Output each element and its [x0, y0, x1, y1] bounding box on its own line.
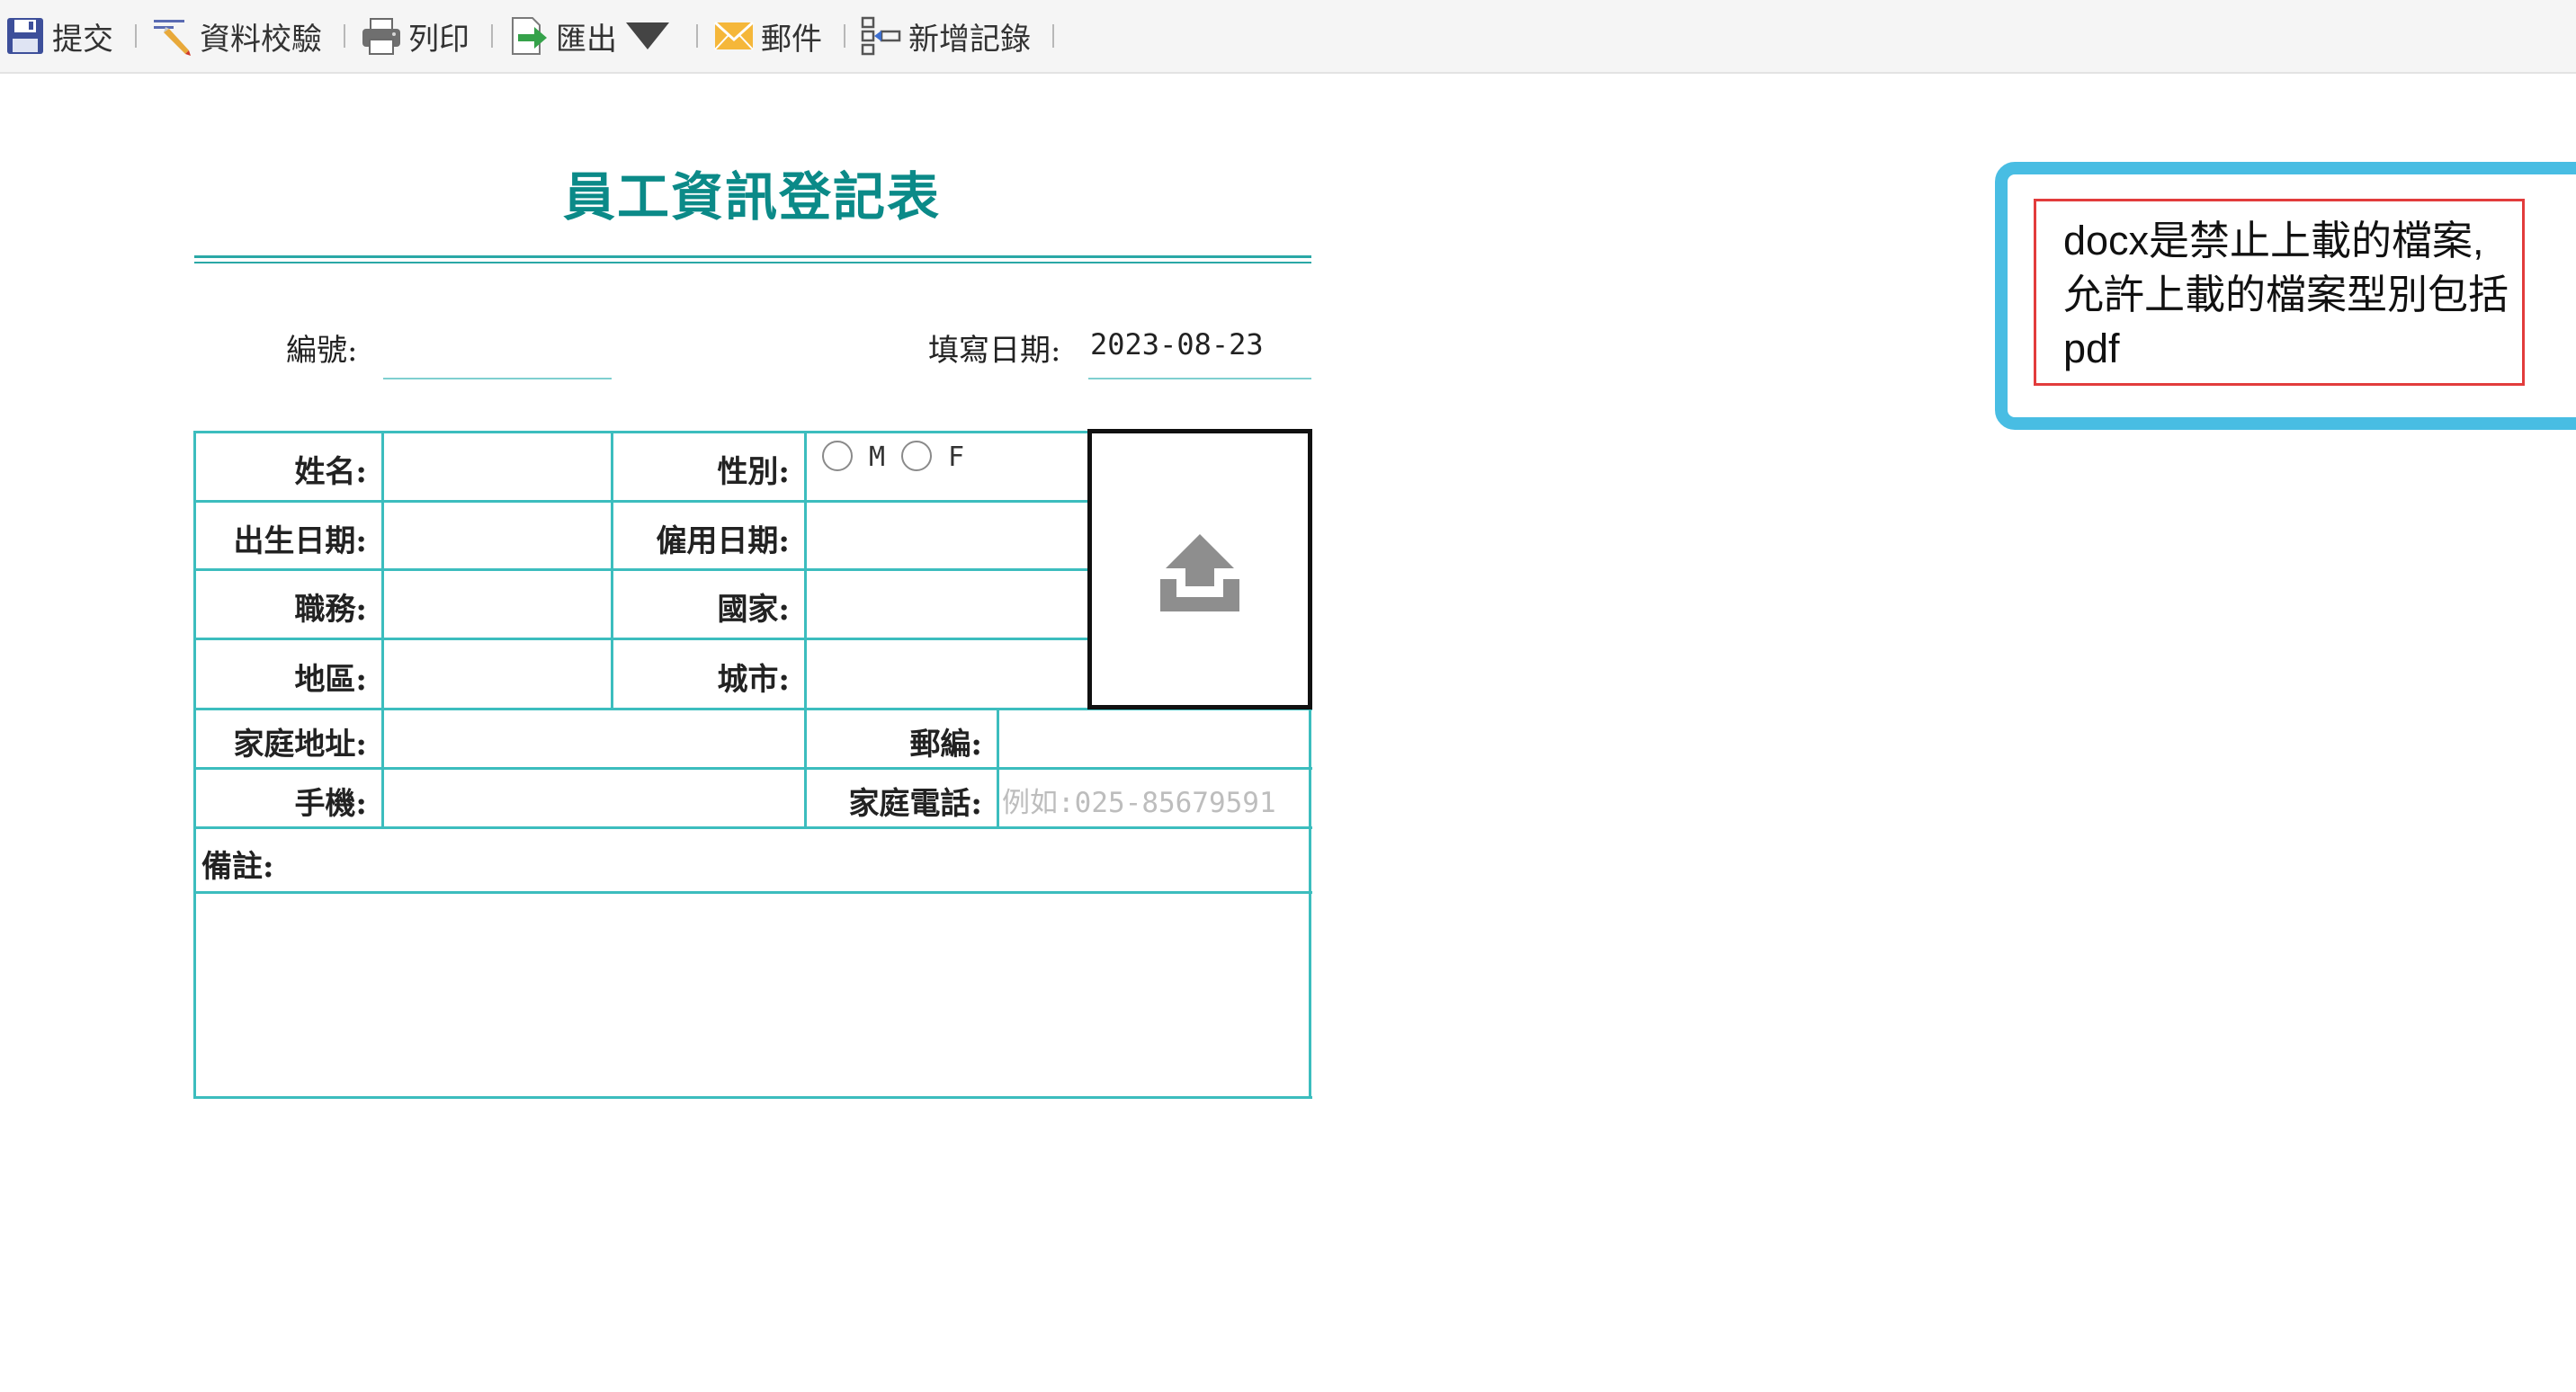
form-title: 員工資訊登記表 — [562, 166, 941, 228]
add-record-button[interactable]: 新增記錄 — [858, 7, 1040, 65]
validate-label: 資料校驗 — [200, 21, 322, 58]
date-label: 填寫日期: — [928, 333, 1061, 369]
grid-line — [194, 891, 1312, 894]
notes-label: 備註: — [201, 849, 274, 885]
grid-line — [804, 431, 807, 829]
city-label: 城市: — [717, 662, 790, 698]
name-input[interactable] — [385, 434, 610, 499]
export-button[interactable]: 匯出 — [505, 7, 684, 65]
region-input[interactable] — [385, 641, 610, 706]
home-phone-label: 家庭電話: — [848, 786, 982, 822]
print-button[interactable]: 列印 — [358, 7, 479, 65]
zip-input[interactable] — [1000, 711, 1308, 765]
hire-date-label: 僱用日期: — [656, 523, 790, 559]
print-label: 列印 — [408, 21, 470, 58]
gender-radio-m[interactable] — [822, 441, 853, 471]
zip-label: 郵編: — [909, 727, 982, 763]
grid-line — [194, 638, 1088, 640]
date-underline — [1088, 378, 1311, 379]
title-divider — [194, 262, 1311, 263]
grid-line — [1309, 708, 1311, 1099]
chevron-down-icon — [626, 22, 669, 49]
hire-date-input[interactable] — [808, 504, 1087, 568]
id-input[interactable] — [383, 315, 612, 378]
save-icon — [7, 18, 43, 54]
toolbar-separator — [135, 24, 137, 48]
city-input[interactable] — [808, 641, 1087, 706]
mail-icon — [713, 21, 755, 50]
mail-label: 郵件 — [761, 21, 822, 58]
add-record-icon — [861, 16, 901, 56]
export-label: 匯出 — [556, 21, 617, 58]
grid-line — [194, 568, 1088, 571]
grid-line — [194, 826, 1312, 829]
toolbar-separator — [844, 24, 845, 48]
toolbar-separator — [1052, 24, 1054, 48]
mail-button[interactable]: 郵件 — [711, 7, 831, 65]
region-label: 地區: — [294, 662, 367, 698]
date-input[interactable]: 2023-08-23 — [1090, 327, 1264, 361]
birth-date-input[interactable] — [385, 504, 610, 568]
name-label: 姓名: — [294, 454, 367, 490]
job-title-input[interactable] — [385, 572, 610, 637]
address-input[interactable] — [385, 711, 802, 765]
country-label: 國家: — [717, 592, 790, 628]
title-divider — [194, 255, 1311, 258]
export-icon — [512, 17, 547, 55]
upload-error-message-box: docx是禁止上載的檔案,允許上載的檔案型別包括pdf — [2034, 199, 2525, 386]
grid-line — [194, 431, 1088, 433]
grid-line — [194, 1096, 1312, 1099]
grid-line — [381, 431, 384, 829]
grid-line — [611, 431, 613, 710]
submit-label: 提交 — [52, 21, 113, 58]
toolbar-separator — [491, 24, 493, 48]
country-input[interactable] — [808, 572, 1087, 637]
mobile-input[interactable] — [385, 771, 802, 825]
grid-line — [194, 500, 1088, 503]
toolbar-separator — [344, 24, 345, 48]
submit-button[interactable]: 提交 — [2, 7, 122, 65]
id-underline — [383, 378, 612, 379]
home-phone-input[interactable]: 例如:025-85679591 — [1000, 771, 1308, 825]
upload-icon — [1160, 534, 1239, 611]
job-title-label: 職務: — [294, 592, 367, 628]
gender-option-f: F — [948, 442, 965, 473]
notes-textarea[interactable] — [198, 896, 1308, 1095]
validate-icon — [154, 20, 191, 56]
home-phone-placeholder: 例如:025-85679591 — [1002, 787, 1276, 819]
address-label: 家庭地址: — [233, 727, 367, 763]
gender-radio-f[interactable] — [901, 441, 932, 471]
grid-line — [193, 431, 196, 1099]
grid-line — [997, 708, 999, 829]
toolbar: 提交 資料校驗 列印 匯出 郵件 新增記錄 — [0, 0, 2576, 74]
print-icon — [362, 18, 400, 55]
gender-option-m: M — [869, 442, 886, 473]
upload-error-message: docx是禁止上載的檔案,允許上載的檔案型別包括pdf — [2063, 218, 2509, 371]
toolbar-separator — [696, 24, 698, 48]
validate-button[interactable]: 資料校驗 — [149, 7, 331, 65]
photo-upload[interactable] — [1087, 429, 1312, 709]
birth-date-label: 出生日期: — [233, 523, 367, 559]
id-label: 編號: — [286, 333, 358, 369]
mobile-label: 手機: — [294, 786, 367, 822]
grid-line — [194, 767, 1312, 770]
add-record-label: 新增記錄 — [908, 21, 1031, 58]
gender-label: 性別: — [717, 454, 790, 490]
